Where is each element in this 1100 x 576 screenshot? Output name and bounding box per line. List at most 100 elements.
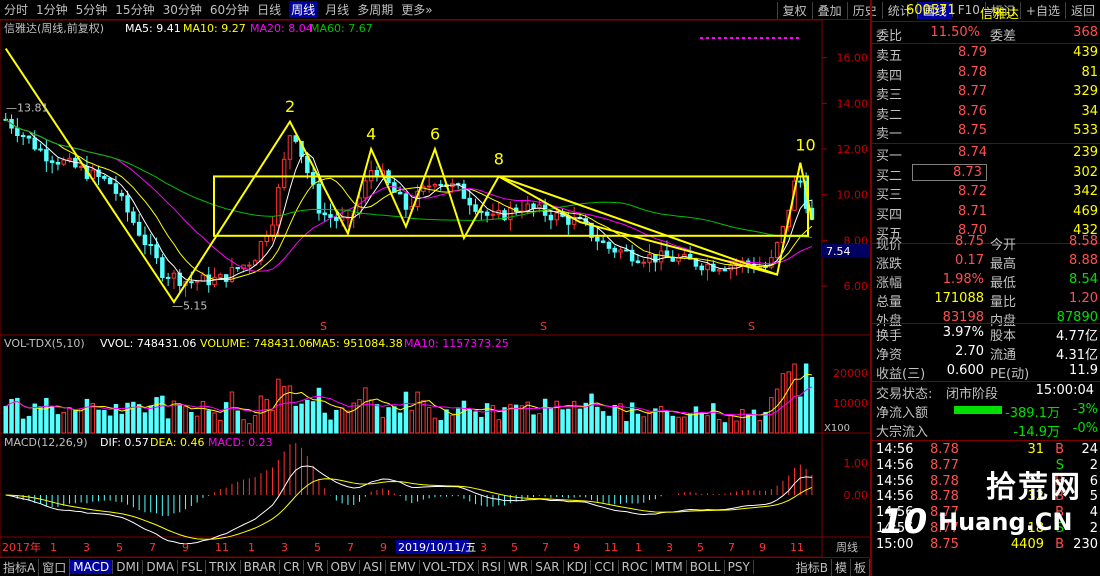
candle-body: [200, 274, 206, 282]
period-3[interactable]: 15分钟: [115, 1, 154, 18]
period-7[interactable]: 周线: [289, 1, 318, 18]
stat-row-0: 现价 8.75 今开 8.58: [872, 234, 1100, 253]
indicator-tab-16[interactable]: SAR: [532, 560, 564, 574]
indicator-right-tab-2[interactable]: 板: [851, 558, 870, 576]
indicator-tab-19[interactable]: ROC: [619, 560, 652, 574]
stock-chart[interactable]: 信雅达(周线,前复权) MA5: 9.41 MA10: 9.27 MA20: 8.04…: [0, 20, 870, 557]
candle-body: [334, 217, 339, 221]
stat-value: 0.17: [955, 253, 984, 268]
indicator-tab-14[interactable]: RSI: [479, 560, 506, 574]
indicator-tab-11[interactable]: ASI: [360, 560, 387, 574]
candle-body: [258, 241, 264, 262]
indicator-tab-6[interactable]: TRIX: [206, 560, 241, 574]
stat2-label: 换手: [876, 329, 903, 344]
candle-body: [624, 249, 629, 252]
period-0[interactable]: 分时: [4, 1, 28, 18]
volume-bars: [3, 363, 815, 434]
indicator-tab-15[interactable]: WR: [505, 560, 533, 574]
candle-body: [374, 170, 380, 177]
tool-1[interactable]: 叠加: [811, 1, 847, 19]
period-9[interactable]: 多周期: [357, 1, 393, 18]
volume-bar: [612, 404, 617, 434]
candle-body: [554, 212, 559, 221]
volume-bar: [136, 404, 142, 434]
date-month: 7: [728, 541, 735, 554]
indicator-right-tab-1[interactable]: 模: [832, 558, 851, 576]
candle-body: [264, 235, 269, 243]
indicator-tab-4[interactable]: DMA: [143, 560, 179, 574]
vol-axis-label: 10000: [833, 397, 868, 410]
ask-row-1: 卖四 8.78 81: [872, 65, 1100, 84]
period-10[interactable]: 更多»: [401, 1, 432, 18]
tool-0[interactable]: 复权: [776, 1, 812, 19]
indicator-tab-0[interactable]: 指标A: [0, 558, 40, 576]
period-8[interactable]: 月线: [325, 1, 349, 18]
candle-body: [287, 135, 293, 160]
period-6[interactable]: 日线: [257, 1, 281, 18]
date-month: 11: [790, 541, 804, 554]
volume-bar: [687, 412, 693, 434]
volume-bar: [3, 405, 8, 434]
volume-bar: [328, 419, 333, 434]
flow-pct: -0%: [1072, 421, 1098, 436]
indicator-tab-8[interactable]: CR: [280, 560, 304, 574]
period-1[interactable]: 1分钟: [36, 1, 68, 18]
indicator-tab-1[interactable]: 窗口: [39, 558, 71, 576]
bid-volume: 302: [1073, 164, 1098, 180]
date-month: 9: [573, 541, 580, 554]
stat2-value: 11.9: [1069, 363, 1098, 378]
wave-line: [4, 47, 813, 304]
ask-row-0: 卖五 8.79 439: [872, 45, 1100, 64]
volume-bar: [583, 402, 588, 434]
volume-bar: [798, 396, 803, 434]
indicator-tab-12[interactable]: EMV: [386, 560, 420, 574]
indicator-tab-21[interactable]: BOLL: [687, 560, 725, 574]
vol-legend-vvol: VVOL: 748431.06: [100, 337, 196, 350]
indicator-tab-2[interactable]: MACD: [70, 560, 114, 574]
volume-bar: [38, 406, 43, 434]
price-axis-label: 6.00: [844, 280, 869, 293]
stat2-label: PE(动): [990, 367, 1030, 382]
candle-body: [658, 250, 664, 263]
flow-row-0: 净流入额 -389.1万 -3%: [872, 402, 1100, 421]
indicator-tab-22[interactable]: PSY: [725, 560, 754, 574]
stat-value: 1.98%: [942, 272, 984, 287]
indicator-tab-9[interactable]: VR: [304, 560, 328, 574]
indicator-tab-5[interactable]: FSL: [178, 560, 207, 574]
date-axis-tag: 周线: [836, 540, 858, 554]
stat-label: 量比: [990, 295, 1017, 310]
stat2-row-1: 净资 2.70 流通 4.31亿: [872, 344, 1100, 363]
volume-bar: [299, 403, 304, 434]
period-5[interactable]: 60分钟: [210, 1, 249, 18]
volume-bar: [653, 408, 658, 434]
macd-legend-dif: DIF: 0.57: [100, 436, 149, 449]
indicator-tab-13[interactable]: VOL-TDX: [420, 560, 479, 574]
volume-bar: [519, 405, 525, 434]
ma60-legend: MA60: 7.67: [310, 22, 373, 35]
volume-bar: [705, 415, 710, 434]
indicator-tab-7[interactable]: BRAR: [241, 560, 281, 574]
volume-bar: [484, 403, 490, 434]
period-2[interactable]: 5分钟: [76, 1, 108, 18]
ask-label: 卖二: [876, 107, 903, 123]
volume-bar: [792, 363, 797, 434]
indicator-tab-3[interactable]: DMI: [113, 560, 144, 574]
bid-label: 买三: [876, 188, 903, 203]
indicator-tab-17[interactable]: KDJ: [564, 560, 592, 574]
indicator-tab-10[interactable]: OBV: [328, 560, 361, 574]
indicator-right-tab-0[interactable]: 指标B: [793, 558, 832, 576]
candle-body: [125, 195, 130, 213]
volume-bar: [183, 406, 188, 434]
volume-bar: [357, 399, 362, 434]
watermark-num: 10: [880, 502, 928, 542]
period-4[interactable]: 30分钟: [163, 1, 202, 18]
weicha-value: 368: [1073, 25, 1098, 40]
indicator-tab-18[interactable]: CCI: [591, 560, 619, 574]
price-axis-label: 16.00: [837, 52, 869, 65]
volume-bar: [78, 408, 84, 434]
candle-body: [641, 261, 646, 264]
candle-body: [212, 276, 217, 286]
indicator-tab-20[interactable]: MTM: [652, 560, 687, 574]
ask-label: 卖一: [876, 127, 903, 142]
wave-label: 8: [494, 149, 504, 168]
